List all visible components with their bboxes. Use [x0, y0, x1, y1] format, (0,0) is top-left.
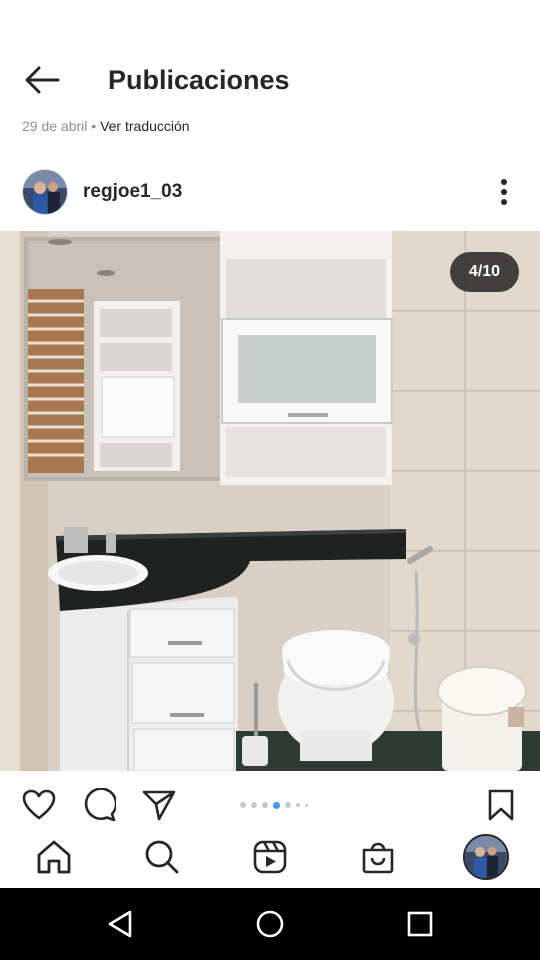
- arrow-left-icon: [25, 66, 60, 94]
- back-triangle-icon: [108, 910, 132, 938]
- meta-separator: •: [91, 118, 97, 134]
- more-options-button[interactable]: [490, 176, 518, 208]
- search-icon: [145, 840, 179, 874]
- system-home-button[interactable]: [250, 904, 290, 944]
- home-icon: [37, 840, 71, 874]
- system-navigation-bar: [0, 888, 540, 960]
- previous-post-meta: 29 de abril • Ver traducción: [22, 116, 190, 136]
- save-button[interactable]: [482, 786, 520, 824]
- like-button[interactable]: [20, 786, 58, 824]
- more-vertical-icon: [501, 179, 507, 205]
- heart-icon: [22, 789, 56, 820]
- bottom-navigation: [0, 830, 540, 888]
- system-recents-button[interactable]: [400, 904, 440, 944]
- carousel-dot: [240, 802, 246, 808]
- post-action-bar: [0, 780, 540, 830]
- nav-profile[interactable]: [463, 834, 509, 880]
- shop-icon: [362, 842, 394, 874]
- previous-post-date: 29 de abril: [22, 118, 88, 134]
- profile-avatar: [463, 834, 509, 880]
- nav-home[interactable]: [31, 834, 77, 880]
- carousel-dot: [296, 803, 300, 807]
- carousel-dot: [262, 802, 268, 808]
- see-translation-link[interactable]: Ver traducción: [100, 118, 190, 134]
- carousel-dot: [285, 802, 291, 808]
- system-back-button[interactable]: [100, 904, 140, 944]
- recents-square-icon: [407, 911, 433, 937]
- carousel-counter-badge: 4/10: [450, 252, 519, 292]
- carousel-dot-active: [273, 801, 280, 809]
- nav-search[interactable]: [139, 834, 185, 880]
- send-icon: [142, 790, 176, 821]
- nav-shop[interactable]: [355, 834, 401, 880]
- avatar[interactable]: [22, 169, 68, 215]
- nav-reels[interactable]: [247, 834, 293, 880]
- back-button[interactable]: [22, 62, 62, 98]
- comment-button[interactable]: [80, 786, 118, 824]
- comment-icon: [84, 788, 116, 822]
- post-username[interactable]: regjoe1_03: [83, 180, 182, 204]
- carousel-dot: [305, 803, 308, 807]
- share-button[interactable]: [140, 786, 178, 824]
- bookmark-icon: [488, 789, 514, 821]
- page-title: Publicaciones: [108, 65, 290, 95]
- top-header: Publicaciones: [0, 40, 540, 120]
- carousel-dot: [251, 802, 257, 808]
- post-header: regjoe1_03: [0, 166, 540, 220]
- carousel-dots: [240, 800, 308, 810]
- post-image[interactable]: [0, 231, 540, 771]
- reels-icon: [253, 840, 287, 874]
- home-circle-icon: [256, 910, 284, 938]
